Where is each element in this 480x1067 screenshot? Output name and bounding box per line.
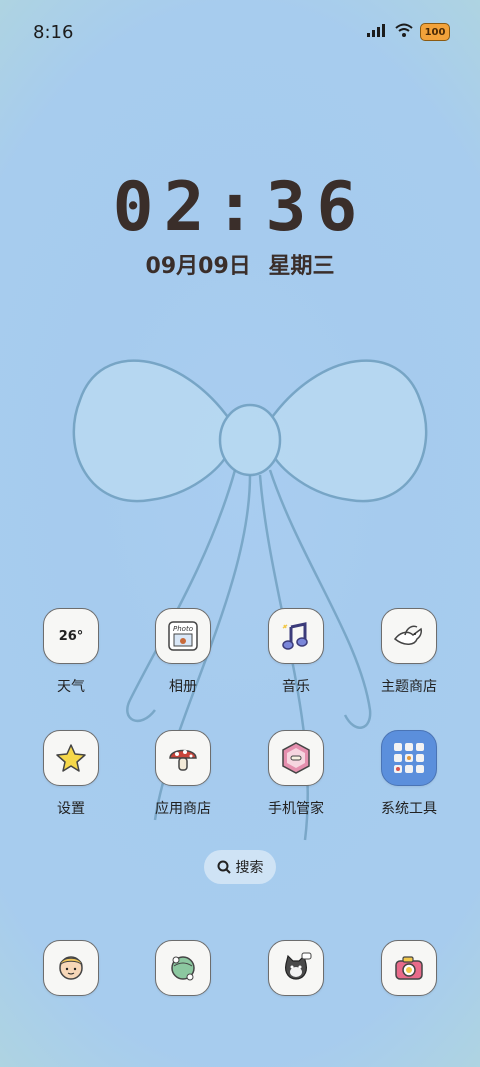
status-icons: 100 xyxy=(366,22,450,42)
date-text: 09月09日 xyxy=(145,254,251,279)
app-label: 设置 xyxy=(57,801,85,817)
app-label: 系统工具 xyxy=(381,801,437,817)
folder-icon xyxy=(381,730,437,786)
app-music[interactable]: 音乐 xyxy=(241,608,351,696)
weather-temperature: 26° xyxy=(58,628,84,644)
clock-date: 09月09日 星期三 xyxy=(0,248,480,280)
home-screen: 8:16 100 02:36 09月09日 星期三 26° 天气 Photo 相… xyxy=(0,0,480,1067)
search-label: 搜索 xyxy=(235,860,264,876)
app-label: 手机管家 xyxy=(268,801,324,817)
app-theme-store[interactable]: 主题商店 xyxy=(354,608,464,696)
app-label: 天气 xyxy=(57,679,85,695)
dock-phone[interactable] xyxy=(16,940,126,996)
app-label: 应用商店 xyxy=(155,801,211,817)
dock-browser[interactable] xyxy=(241,940,351,996)
search-icon xyxy=(217,860,231,874)
camera-icon xyxy=(381,940,437,996)
photo-icon: Photo xyxy=(155,608,211,664)
music-note-icon xyxy=(268,608,324,664)
clock-time: 02:36 xyxy=(112,168,368,247)
app-system-tools-folder[interactable]: 系统工具 xyxy=(354,730,464,818)
signal-icon xyxy=(366,22,388,42)
app-label: 相册 xyxy=(169,679,197,695)
star-icon xyxy=(43,730,99,786)
dock-camera[interactable] xyxy=(354,940,464,996)
app-phone-manager[interactable]: 手机管家 xyxy=(241,730,351,818)
photo-icon-text: Photo xyxy=(173,625,193,633)
dove-icon xyxy=(381,608,437,664)
app-weather[interactable]: 26° 天气 xyxy=(16,608,126,696)
messages-globe-icon xyxy=(155,940,211,996)
dock-messages[interactable] xyxy=(128,940,238,996)
shield-bone-icon xyxy=(268,730,324,786)
weather-icon: 26° xyxy=(43,608,99,664)
browser-cat-icon xyxy=(268,940,324,996)
app-label: 主题商店 xyxy=(381,679,437,695)
app-app-store[interactable]: 应用商店 xyxy=(128,730,238,818)
mushroom-icon xyxy=(155,730,211,786)
app-gallery[interactable]: Photo 相册 xyxy=(128,608,238,696)
weekday-text: 星期三 xyxy=(268,254,335,279)
app-settings[interactable]: 设置 xyxy=(16,730,126,818)
status-time: 8:16 xyxy=(33,22,74,43)
wifi-icon xyxy=(394,22,414,42)
status-bar: 8:16 100 xyxy=(0,0,480,68)
phone-cherub-icon xyxy=(43,940,99,996)
app-label: 音乐 xyxy=(282,679,310,695)
battery-icon: 100 xyxy=(420,23,450,41)
search-button[interactable]: 搜索 xyxy=(204,850,276,884)
